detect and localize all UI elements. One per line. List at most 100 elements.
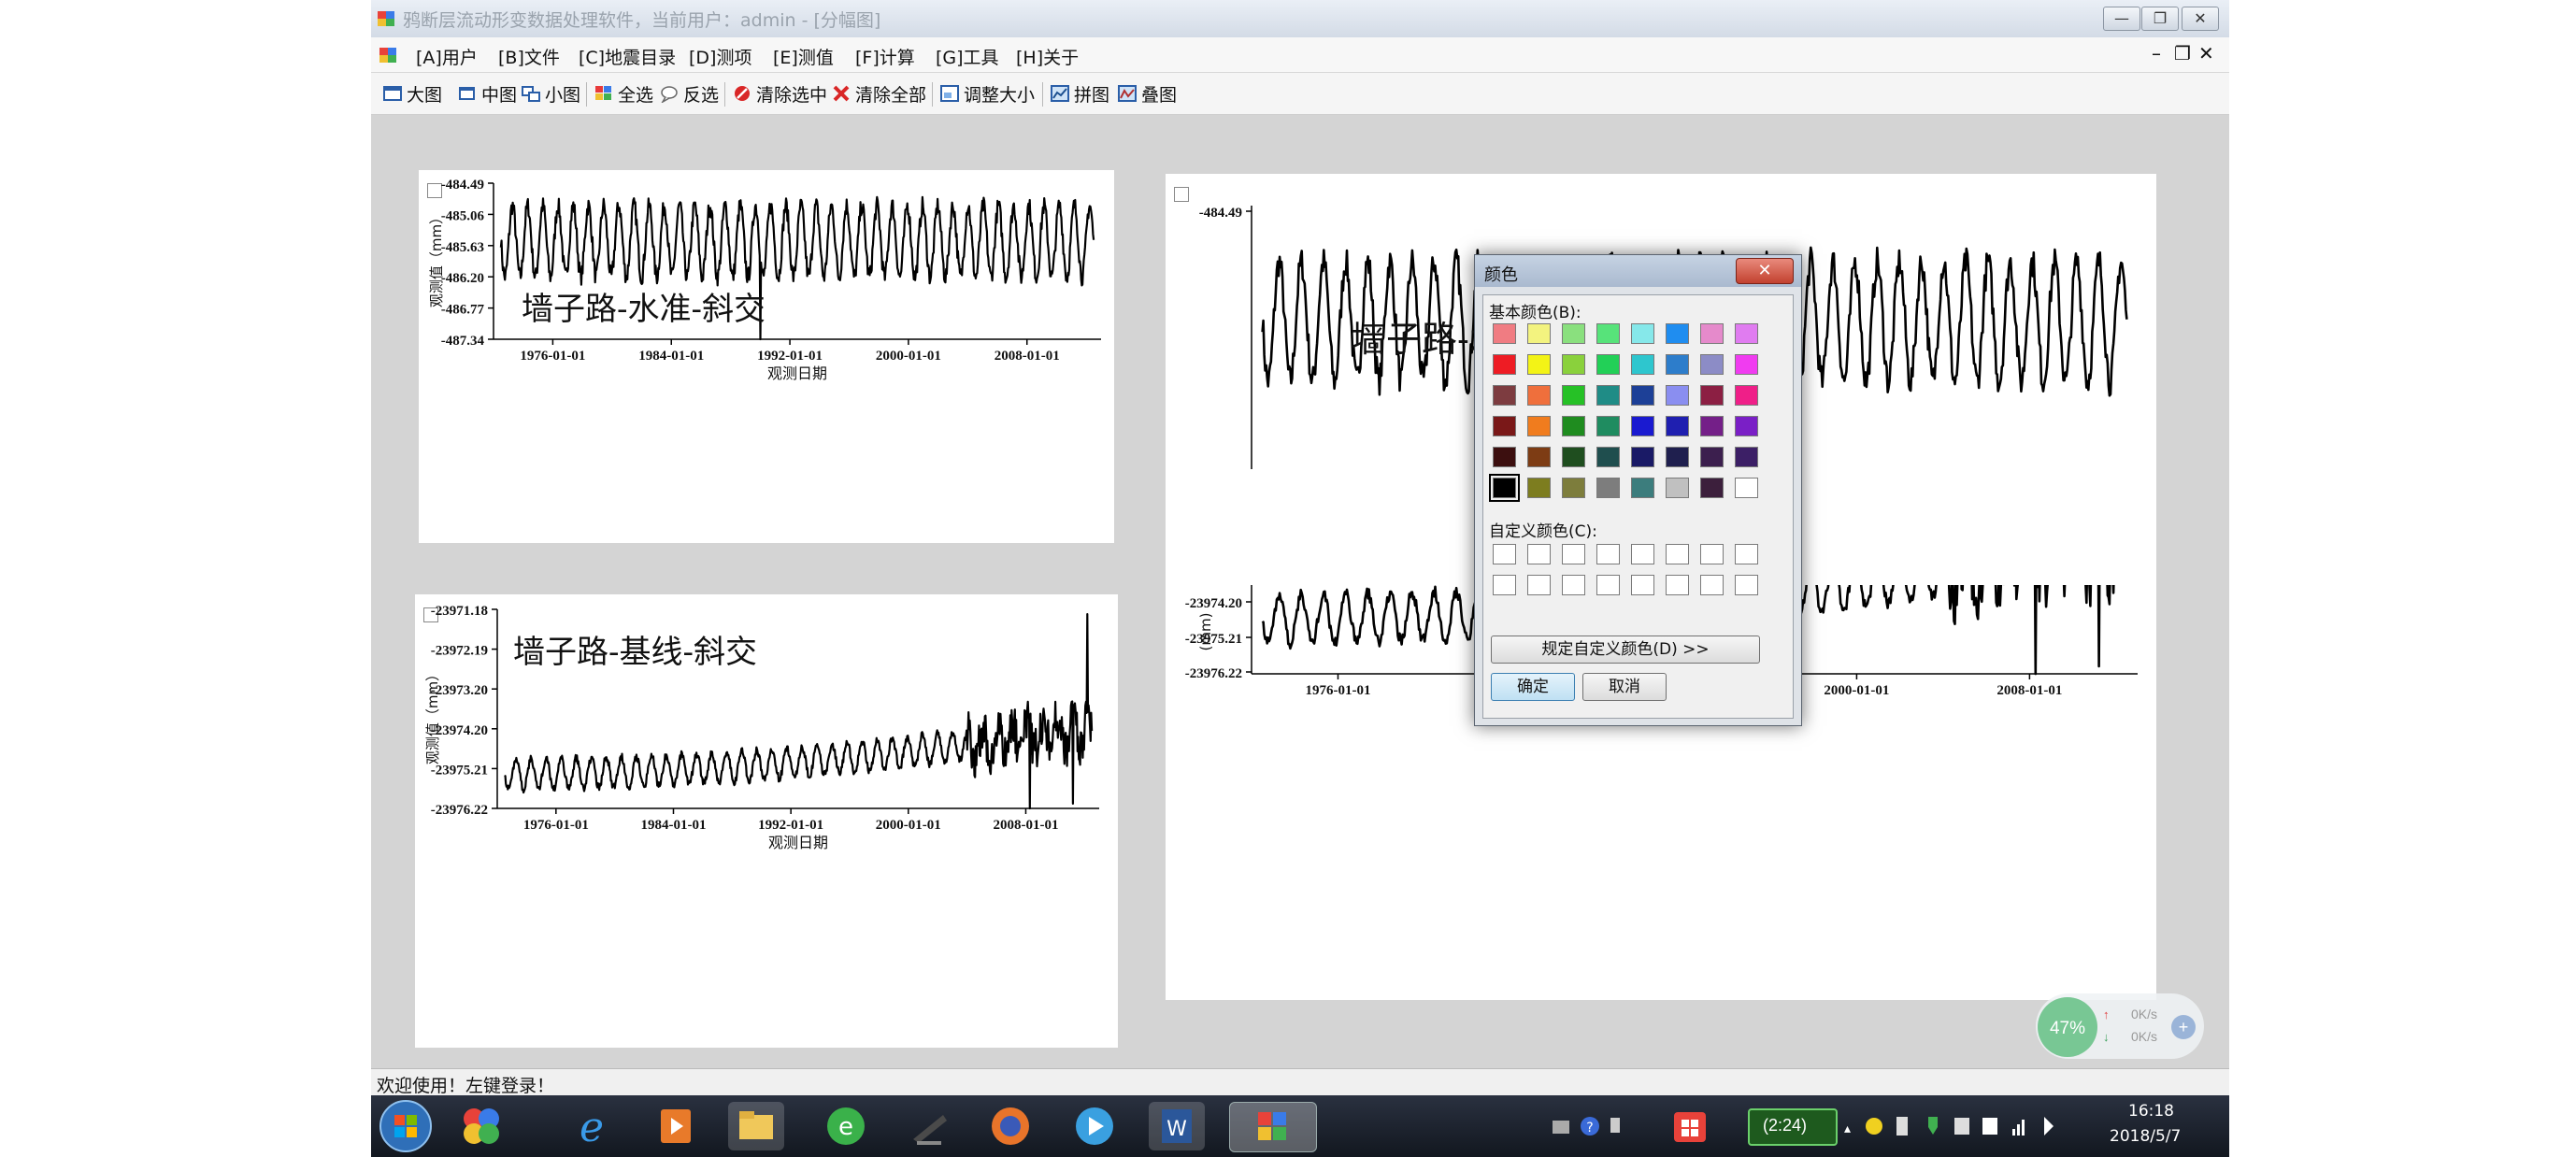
basic-color-swatch[interactable] — [1527, 416, 1551, 436]
basic-color-swatch[interactable] — [1562, 354, 1585, 375]
menu-file[interactable]: [B]文件 — [498, 44, 560, 69]
basic-color-swatch[interactable] — [1700, 385, 1724, 406]
basic-color-swatch[interactable] — [1700, 478, 1724, 498]
mdi-close-button[interactable]: ✕ — [2198, 42, 2214, 64]
video-player-icon[interactable] — [1066, 1102, 1123, 1150]
basic-color-swatch[interactable] — [1596, 447, 1620, 467]
basic-color-swatch[interactable] — [1666, 478, 1689, 498]
basic-color-swatch[interactable] — [1493, 447, 1516, 467]
basic-color-swatch[interactable] — [1527, 385, 1551, 406]
basic-color-swatch[interactable] — [1562, 478, 1585, 498]
basic-color-swatch[interactable] — [1596, 416, 1620, 436]
medium-view-button[interactable]: 中图 — [457, 80, 517, 107]
basic-color-swatch[interactable] — [1596, 354, 1620, 375]
basic-color-swatch[interactable] — [1631, 323, 1654, 344]
dialog-close-button[interactable]: ✕ — [1736, 258, 1794, 284]
clear-selected-button[interactable]: 清除选中 — [732, 80, 827, 107]
tray-system-icons[interactable]: ? — [1551, 1114, 1635, 1138]
custom-color-swatch[interactable] — [1562, 544, 1585, 564]
custom-color-swatch[interactable] — [1631, 575, 1654, 595]
menu-user[interactable]: [A]用户 — [416, 44, 478, 69]
firefox-icon[interactable] — [982, 1102, 1038, 1150]
custom-color-swatch[interactable] — [1562, 575, 1585, 595]
custom-color-swatch[interactable] — [1700, 575, 1724, 595]
clock-date[interactable]: 2018/5/7 — [2110, 1127, 2181, 1146]
basic-color-swatch[interactable] — [1596, 323, 1620, 344]
large-view-button[interactable]: 大图 — [382, 80, 442, 107]
basic-color-swatch[interactable] — [1562, 323, 1585, 344]
basic-color-swatch[interactable] — [1666, 447, 1689, 467]
office-tray-icon[interactable] — [1670, 1107, 1713, 1146]
basic-color-swatch[interactable] — [1735, 385, 1758, 406]
basic-color-swatch[interactable] — [1527, 354, 1551, 375]
custom-color-swatch[interactable] — [1700, 544, 1724, 564]
basic-color-swatch[interactable] — [1631, 447, 1654, 467]
basic-color-swatch[interactable] — [1735, 478, 1758, 498]
menu-about[interactable]: [H]关于 — [1016, 44, 1079, 69]
basic-color-swatch[interactable] — [1700, 354, 1724, 375]
basic-color-swatch[interactable] — [1700, 416, 1724, 436]
custom-color-swatch[interactable] — [1493, 544, 1516, 564]
pinwheel-app-icon[interactable] — [453, 1102, 509, 1150]
basic-color-swatch[interactable] — [1562, 416, 1585, 436]
basic-color-swatch[interactable] — [1666, 385, 1689, 406]
menu-quake-catalog[interactable]: [C]地震目录 — [579, 44, 676, 69]
custom-color-swatch[interactable] — [1735, 544, 1758, 564]
mosaic-button[interactable]: 拼图 — [1050, 80, 1109, 107]
media-player-icon[interactable] — [648, 1102, 704, 1150]
battery-indicator[interactable]: (2:24) — [1748, 1108, 1838, 1146]
menu-measure-item[interactable]: [D]测项 — [689, 44, 751, 69]
custom-color-swatch[interactable] — [1527, 544, 1551, 564]
custom-color-swatch[interactable] — [1666, 544, 1689, 564]
mdi-minimize-button[interactable]: – — [2152, 42, 2161, 64]
basic-color-swatch[interactable] — [1631, 478, 1654, 498]
internet-explorer-icon[interactable]: e — [564, 1102, 620, 1150]
basic-color-swatch[interactable] — [1735, 447, 1758, 467]
restore-button[interactable]: ❐ — [2141, 7, 2179, 31]
word-icon[interactable]: W — [1149, 1102, 1205, 1150]
small-view-button[interactable]: 小图 — [521, 80, 580, 107]
clear-all-button[interactable]: 清除全部 — [831, 80, 926, 107]
ok-button[interactable]: 确定 — [1491, 673, 1575, 701]
basic-color-swatch[interactable] — [1666, 323, 1689, 344]
invert-select-button[interactable]: 反选 — [659, 80, 719, 107]
basic-color-swatch[interactable] — [1631, 354, 1654, 375]
basic-color-swatch[interactable] — [1735, 354, 1758, 375]
basic-color-swatch[interactable] — [1493, 354, 1516, 375]
clock-time[interactable]: 16:18 — [2128, 1102, 2174, 1121]
basic-color-swatch[interactable] — [1489, 474, 1520, 502]
menu-tools[interactable]: [G]工具 — [936, 44, 999, 69]
basic-color-swatch[interactable] — [1527, 447, 1551, 467]
custom-color-swatch[interactable] — [1666, 575, 1689, 595]
cancel-button[interactable]: 取消 — [1582, 673, 1667, 701]
basic-color-swatch[interactable] — [1493, 385, 1516, 406]
basic-color-swatch[interactable] — [1562, 447, 1585, 467]
custom-color-swatch[interactable] — [1527, 575, 1551, 595]
basic-color-swatch[interactable] — [1493, 416, 1516, 436]
define-custom-colors-button[interactable]: 规定自定义颜色(D) >> — [1491, 636, 1760, 664]
tray-notification-icons[interactable]: ▴ — [1839, 1112, 2072, 1140]
custom-color-swatch[interactable] — [1631, 544, 1654, 564]
minimize-button[interactable]: — — [2103, 7, 2140, 31]
basic-color-swatch[interactable] — [1493, 323, 1516, 344]
start-button[interactable] — [379, 1099, 433, 1153]
menu-compute[interactable]: [F]计算 — [855, 44, 915, 69]
custom-color-swatch[interactable] — [1493, 575, 1516, 595]
basic-color-swatch[interactable] — [1735, 323, 1758, 344]
basic-color-swatch[interactable] — [1631, 416, 1654, 436]
overlay-button[interactable]: 叠图 — [1117, 80, 1177, 107]
basic-color-swatch[interactable] — [1700, 447, 1724, 467]
select-all-button[interactable]: 全选 — [594, 80, 653, 107]
resize-button[interactable]: 调整大小 — [939, 80, 1035, 107]
telescope-app-icon[interactable] — [900, 1102, 956, 1150]
basic-color-swatch[interactable] — [1666, 354, 1689, 375]
file-explorer-icon[interactable] — [728, 1102, 784, 1150]
basic-color-swatch[interactable] — [1527, 323, 1551, 344]
menu-measure-value[interactable]: [E]测值 — [773, 44, 834, 69]
mdi-restore-button[interactable]: ❐ — [2174, 42, 2191, 64]
active-app-icon[interactable] — [1229, 1102, 1317, 1152]
basic-color-swatch[interactable] — [1562, 385, 1585, 406]
basic-color-swatch[interactable] — [1735, 416, 1758, 436]
chart-panel[interactable]: -484.49 -485.06 -485.63 -486.20 -486.77 -487.… — [419, 170, 1114, 543]
basic-color-swatch[interactable] — [1700, 323, 1724, 344]
